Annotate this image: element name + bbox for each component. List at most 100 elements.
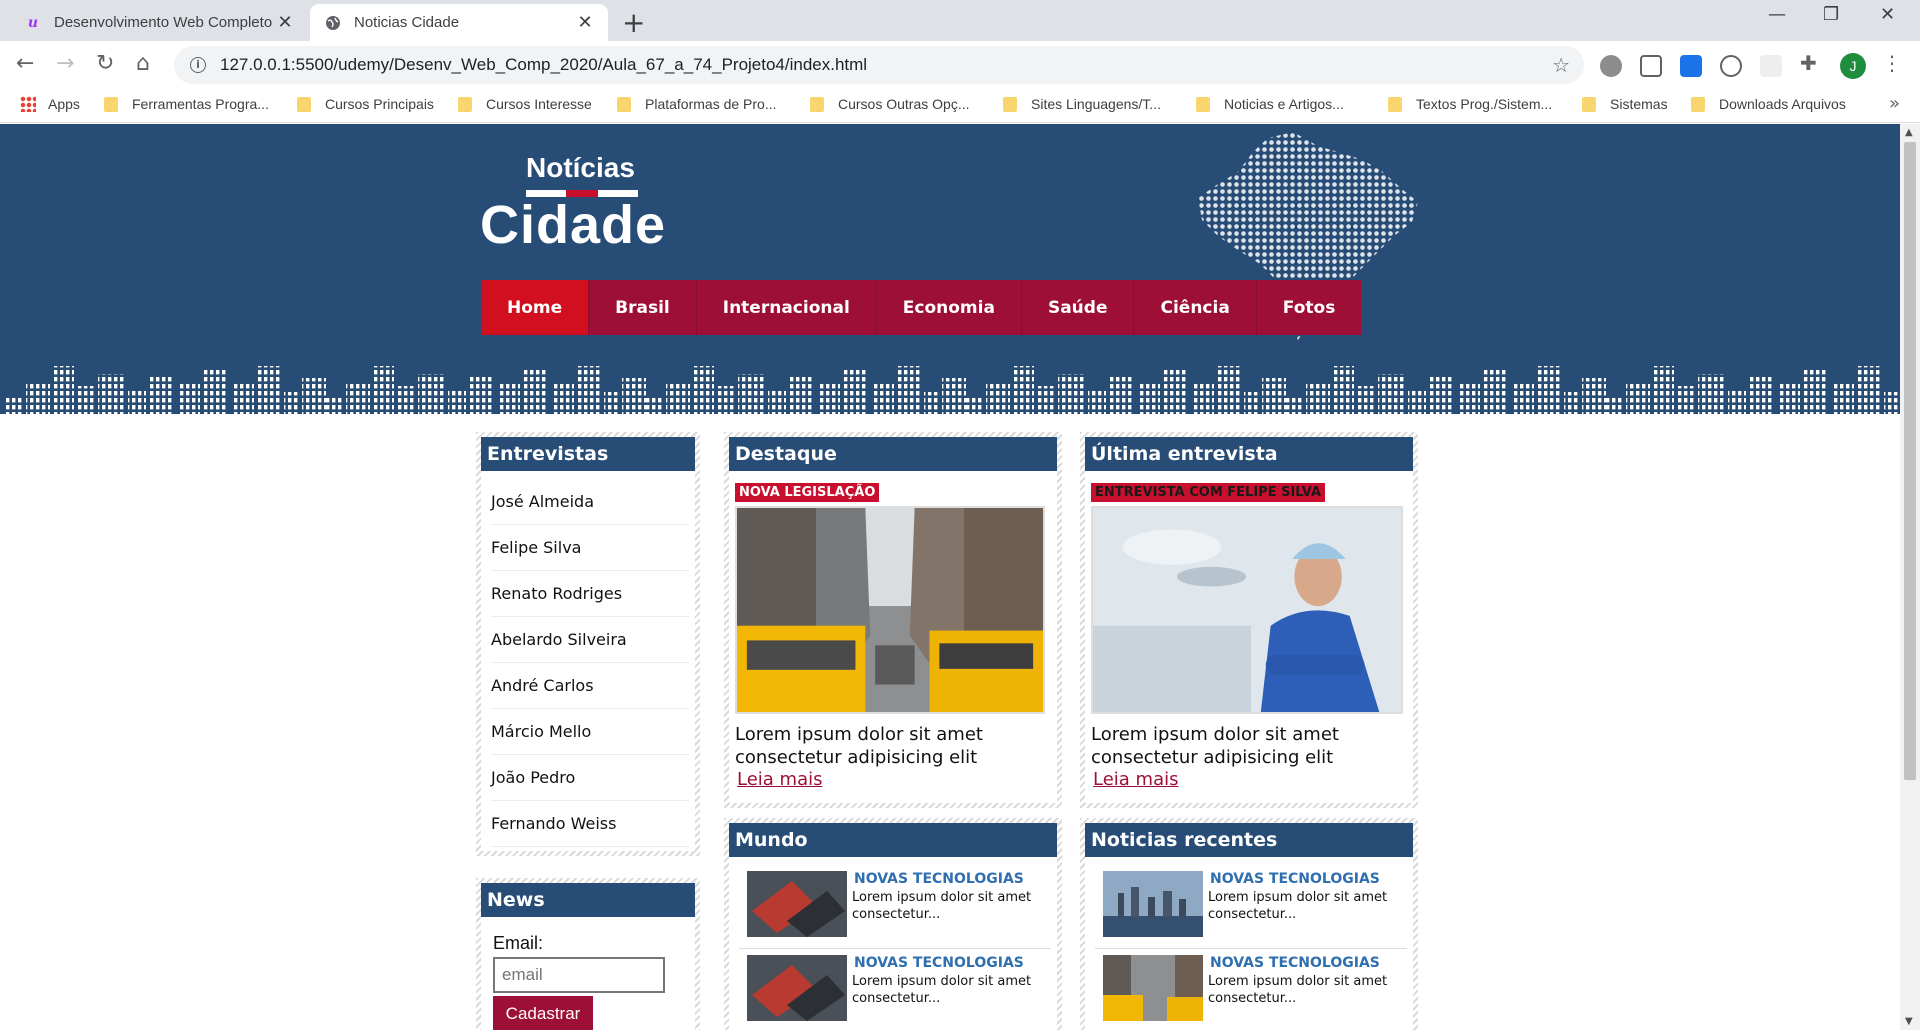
entrevistas-list: José Almeida Felipe Silva Renato Rodrige… — [481, 471, 695, 847]
reload-icon[interactable]: ↻ — [96, 51, 114, 76]
globe-icon — [324, 14, 342, 32]
bookmarks-more[interactable]: » — [1889, 93, 1900, 114]
scrollbar-thumb[interactable] — [1904, 142, 1916, 780]
list-item[interactable]: Fernando Weiss — [491, 801, 689, 847]
logo-top-text: Notícias — [526, 152, 635, 183]
ultima-entrevista-panel: Última entrevista ENTREVISTA COM FELIPE … — [1080, 432, 1418, 808]
page-scrollbar[interactable]: ▲ ▼ — [1900, 124, 1920, 1030]
ultima-text: Lorem ipsum dolor sit amet consectetur a… — [1091, 724, 1339, 768]
ultima-title: Última entrevista — [1085, 437, 1413, 471]
folder-icon — [1388, 96, 1402, 112]
close-tab-icon[interactable]: ✕ — [576, 12, 594, 33]
bookmark-star-icon[interactable]: ☆ — [1552, 53, 1570, 77]
folder-icon — [1196, 96, 1210, 112]
bookmark-folder[interactable]: Textos Prog./Sistem... — [1388, 96, 1552, 112]
newsletter-title: News — [481, 883, 695, 917]
folder-icon — [297, 96, 311, 112]
forward-icon[interactable]: → — [56, 51, 74, 76]
email-field[interactable] — [493, 957, 665, 993]
mundo-title: Mundo — [729, 823, 1057, 857]
url-text: 127.0.0.1:5500/udemy/Desenv_Web_Comp_202… — [220, 55, 868, 74]
mundo-panel: Mundo NOVAS TECNOLOGIAS Lorem ipsum dolo… — [724, 818, 1062, 1030]
logo-bottom-text: Cidade — [480, 195, 667, 255]
extension-screen-icon[interactable] — [1640, 55, 1662, 77]
bookmark-folder[interactable]: Ferramentas Progra... — [104, 96, 269, 112]
list-item[interactable]: NOVAS TECNOLOGIAS Lorem ipsum dolor sit … — [1095, 867, 1407, 949]
doctor-photo[interactable] — [1091, 506, 1403, 714]
page-viewport: Notícias Cidade Home Brasil Internaciona… — [0, 124, 1900, 1030]
list-item[interactable]: NOVAS TECNOLOGIAS Lorem ipsum dolor sit … — [739, 951, 1051, 1030]
back-icon[interactable]: ← — [16, 51, 34, 76]
folder-icon — [1003, 96, 1017, 112]
list-item[interactable]: José Almeida — [491, 479, 689, 525]
menu-kebab-icon[interactable]: ⋮ — [1882, 51, 1904, 75]
list-item[interactable]: Márcio Mello — [491, 709, 689, 755]
bookmark-folder[interactable]: Cursos Principais — [297, 96, 434, 112]
list-item[interactable]: André Carlos — [491, 663, 689, 709]
new-tab-button[interactable]: + — [622, 6, 645, 39]
bookmark-apps[interactable]: Apps — [20, 96, 80, 112]
list-item[interactable]: Felipe Silva — [491, 525, 689, 571]
cadastrar-button[interactable]: Cadastrar — [493, 996, 593, 1030]
list-item[interactable]: Renato Rodriges — [491, 571, 689, 617]
email-label: Email: — [493, 933, 544, 953]
bookmark-folder[interactable]: Sites Linguagens/T... — [1003, 96, 1161, 112]
nav-fotos[interactable]: Fotos — [1257, 280, 1362, 335]
extension-blank-icon[interactable] — [1760, 55, 1782, 77]
list-item[interactable]: NOVAS TECNOLOGIAS Lorem ipsum dolor sit … — [1095, 951, 1407, 1030]
destaque-read-more-link[interactable]: Leia mais — [737, 769, 822, 790]
nav-economia[interactable]: Economia — [877, 280, 1022, 335]
browser-toolbar: ← → ↻ ⌂ i 127.0.0.1:5500/udemy/Desenv_We… — [0, 41, 1920, 89]
info-icon[interactable]: i — [190, 57, 206, 73]
close-tab-icon[interactable]: ✕ — [276, 12, 294, 33]
scroll-down-icon[interactable]: ▼ — [1905, 1016, 1913, 1027]
ultima-badge: ENTREVISTA COM FELIPE SILVA — [1091, 483, 1326, 502]
list-item[interactable]: João Pedro — [491, 755, 689, 801]
bookmark-folder[interactable]: Plataformas de Pro... — [617, 96, 777, 112]
address-bar[interactable]: i 127.0.0.1:5500/udemy/Desenv_Web_Comp_2… — [174, 46, 1584, 84]
destaque-text: Lorem ipsum dolor sit amet consectetur a… — [735, 724, 983, 768]
bookmarks-bar: Apps Ferramentas Progra... Cursos Princi… — [0, 89, 1920, 123]
bookmark-folder[interactable]: Sistemas — [1582, 96, 1668, 112]
close-window-button[interactable]: ✕ — [1880, 4, 1895, 25]
extension-blue-icon[interactable] — [1680, 55, 1702, 77]
news-text: Lorem ipsum dolor sit amet consectetur..… — [1208, 974, 1388, 1006]
tab-title: Desenvolvimento Web Completo — [54, 14, 273, 31]
extension-circle-icon[interactable] — [1720, 55, 1742, 77]
nav-saude[interactable]: Saúde — [1022, 280, 1135, 335]
browser-window: u Desenvolvimento Web Completo ✕ Noticia… — [0, 0, 1920, 1030]
taxi-street-photo[interactable] — [735, 506, 1045, 714]
tab-udemy[interactable]: u Desenvolvimento Web Completo ✕ — [10, 4, 308, 41]
nav-home[interactable]: Home — [481, 280, 590, 335]
nav-ciencia[interactable]: Ciência — [1134, 280, 1257, 335]
tab-noticias[interactable]: Noticias Cidade ✕ — [310, 4, 608, 41]
entrevistas-panel: Entrevistas José Almeida Felipe Silva Re… — [476, 432, 700, 856]
scroll-up-icon[interactable]: ▲ — [1905, 127, 1913, 138]
bookmark-folder[interactable]: Cursos Outras Opç... — [810, 96, 969, 112]
list-item[interactable]: Abelardo Silveira — [491, 617, 689, 663]
news-text: Lorem ipsum dolor sit amet consectetur..… — [1208, 890, 1388, 922]
extension-gear-icon[interactable] — [1600, 55, 1622, 77]
folder-icon — [458, 96, 472, 112]
list-item[interactable]: NOVAS TECNOLOGIAS Lorem ipsum dolor sit … — [739, 867, 1051, 949]
udemy-icon: u — [27, 14, 39, 31]
maximize-button[interactable]: ❐ — [1823, 4, 1839, 25]
news-thumbnail — [1103, 955, 1203, 1021]
nav-brasil[interactable]: Brasil — [589, 280, 697, 335]
minimize-button[interactable]: — — [1768, 4, 1786, 25]
bookmark-folder[interactable]: Cursos Interesse — [458, 96, 592, 112]
extensions-puzzle-icon[interactable]: ✚ — [1800, 51, 1822, 75]
bookmark-folder[interactable]: Noticias e Artigos... — [1196, 96, 1344, 112]
folder-icon — [1582, 96, 1596, 112]
nav-internacional[interactable]: Internacional — [697, 280, 877, 335]
recentes-title: Noticias recentes — [1085, 823, 1413, 857]
entrevistas-title: Entrevistas — [481, 437, 695, 471]
destaque-badge: NOVA LEGISLAÇÃO — [735, 483, 880, 502]
home-icon[interactable]: ⌂ — [136, 51, 150, 76]
destaque-panel: Destaque NOVA LEGISLAÇÃO Lorem ipsum dol… — [724, 432, 1062, 808]
bookmark-folder[interactable]: Downloads Arquivos — [1691, 96, 1846, 112]
folder-icon — [617, 96, 631, 112]
newsletter-panel: News Email: Cadastrar — [476, 878, 700, 1030]
profile-avatar[interactable]: J — [1840, 53, 1866, 79]
ultima-read-more-link[interactable]: Leia mais — [1093, 769, 1178, 790]
